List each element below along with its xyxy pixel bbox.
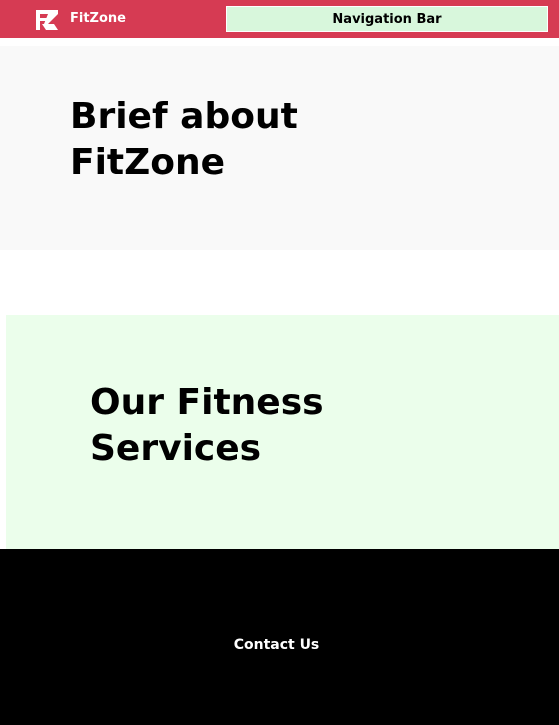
header: FitZone Navigation Bar xyxy=(0,0,559,38)
footer: Contact Us xyxy=(0,549,559,725)
brief-title: Brief about FitZone xyxy=(70,96,298,183)
services-section: Our Fitness Services xyxy=(6,315,559,549)
services-title: Our Fitness Services xyxy=(90,382,324,469)
brand-name[interactable]: FitZone xyxy=(70,11,126,27)
fz-logo-icon[interactable] xyxy=(34,8,60,32)
brief-section: Brief about FitZone xyxy=(0,46,559,250)
contact-us-link[interactable]: Contact Us xyxy=(0,637,553,653)
navigation-bar[interactable]: Navigation Bar xyxy=(226,6,548,32)
